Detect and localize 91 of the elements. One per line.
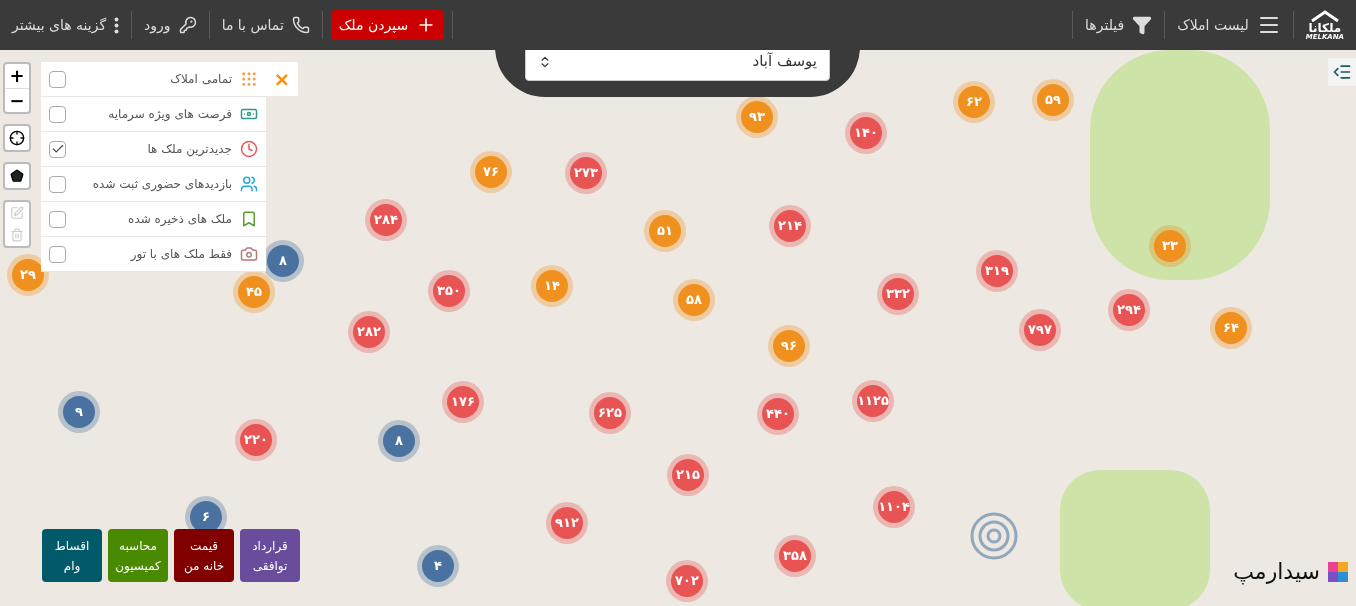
cluster-marker[interactable]: ۱۴ xyxy=(536,270,568,302)
cluster-marker[interactable]: ۳۱۹ xyxy=(981,255,1013,287)
cluster-marker[interactable]: ۳۵۸ xyxy=(779,540,811,572)
check-icon xyxy=(50,142,65,156)
filter-option-icon xyxy=(240,175,258,193)
filter-option-label: فرصت های ویژه سرمایه xyxy=(107,106,232,123)
filter-option[interactable]: بازدیدهای حضوری ثبت شده xyxy=(41,167,266,202)
area-select[interactable]: یوسف آباد xyxy=(525,50,830,81)
cluster-marker[interactable]: ۵۹ xyxy=(1037,84,1069,116)
filter-option-label: جدیدترین ملک ها xyxy=(146,141,232,158)
filter-icon xyxy=(1132,15,1153,35)
quick-link-button[interactable]: قرارداد توافقی xyxy=(240,529,300,582)
cluster-marker[interactable]: ۱۴۰ xyxy=(850,117,882,149)
cluster-marker[interactable]: ۴۵ xyxy=(238,276,270,308)
filter-option-icon xyxy=(240,245,258,263)
side-menu-toggle[interactable] xyxy=(1328,58,1356,86)
filter-option-icon xyxy=(240,210,258,228)
cluster-marker[interactable]: ۲۸۲ xyxy=(353,316,385,348)
filter-option[interactable]: ملک های ذخیره شده xyxy=(41,202,266,237)
quick-link-button[interactable]: محاسبه کمیسیون xyxy=(108,529,168,582)
cluster-marker[interactable]: ۱۷۶ xyxy=(447,386,479,418)
checkbox[interactable] xyxy=(49,105,66,123)
checkbox[interactable] xyxy=(49,175,66,193)
cluster-marker[interactable]: ۳۵۰ xyxy=(433,275,465,307)
filter-option-label: ملک های ذخیره شده xyxy=(127,211,232,228)
property-list-link[interactable]: لیست املاک xyxy=(1173,13,1285,37)
edit-icon[interactable] xyxy=(10,206,24,220)
filter-option-label: فقط ملک های با تور xyxy=(129,246,232,263)
cluster-marker[interactable]: ۱۱۲۵ xyxy=(857,385,889,417)
filter-option-icon xyxy=(240,140,258,158)
target-icon xyxy=(9,130,25,146)
filter-option-label: بازدیدهای حضوری ثبت شده xyxy=(91,176,232,193)
cluster-marker[interactable]: ۸ xyxy=(383,425,415,457)
filter-option[interactable]: فرصت های ویژه سرمایه xyxy=(41,97,266,132)
quick-link-button[interactable]: قیمت خانه من xyxy=(174,529,234,582)
cluster-marker[interactable]: ۵۱ xyxy=(649,215,681,247)
logo-text: ملکانا xyxy=(1308,21,1342,34)
cluster-marker[interactable]: ۲۲۰ xyxy=(240,424,272,456)
cluster-marker[interactable]: ۲۹ xyxy=(12,259,44,291)
filter-option[interactable]: تمامی املاک xyxy=(41,62,266,97)
checkbox[interactable] xyxy=(49,245,66,263)
zoom-out-button[interactable]: − xyxy=(5,88,29,112)
cluster-marker[interactable]: ۴۴۰ xyxy=(762,398,794,430)
trash-icon[interactable] xyxy=(10,228,24,242)
filter-option[interactable]: جدیدترین ملک ها xyxy=(41,132,266,167)
cluster-marker[interactable]: ۱۱۰۴ xyxy=(878,491,910,523)
cluster-marker[interactable]: ۲۱۵ xyxy=(672,459,704,491)
pentagon-icon xyxy=(10,169,24,183)
cluster-marker[interactable]: ۲۱۴ xyxy=(774,210,806,242)
filter-option-label: تمامی املاک xyxy=(169,71,232,88)
login-link[interactable]: ورود xyxy=(140,14,201,36)
concentric-rings-icon xyxy=(968,510,1020,562)
filter-option-icon xyxy=(240,70,258,88)
cluster-marker[interactable]: ۸ xyxy=(267,245,299,277)
cluster-marker[interactable]: ۷۰۲ xyxy=(671,565,703,597)
cluster-marker[interactable]: ۹۳ xyxy=(741,101,773,133)
cluster-marker[interactable]: ۶۲ xyxy=(958,86,990,118)
contact-link[interactable]: تماس با ما xyxy=(217,14,314,36)
filter-option[interactable]: فقط ملک های با تور xyxy=(41,237,266,272)
cluster-marker[interactable]: ۲۸۴ xyxy=(370,204,402,236)
quick-link-button[interactable]: اقساط وام xyxy=(42,529,102,582)
cluster-marker[interactable]: ۵۸ xyxy=(678,284,710,316)
cluster-marker[interactable]: ۲۷۳ xyxy=(570,157,602,189)
draw-polygon-button[interactable] xyxy=(3,162,31,190)
cluster-marker[interactable]: ۷۶ xyxy=(475,156,507,188)
key-icon xyxy=(178,16,197,34)
checkbox[interactable] xyxy=(49,140,66,158)
more-options-link[interactable]: گزینه های بیشتر xyxy=(8,14,124,36)
zoom-in-button[interactable]: + xyxy=(5,64,29,88)
locate-button[interactable] xyxy=(3,124,31,152)
phone-icon xyxy=(291,16,310,34)
indent-icon xyxy=(1332,62,1352,82)
select-value: یوسف آباد xyxy=(752,51,817,73)
cluster-marker[interactable]: ۹ xyxy=(63,396,95,428)
house-icon xyxy=(1309,9,1340,22)
more-icon xyxy=(114,16,120,34)
checkbox[interactable] xyxy=(49,210,66,228)
attribution-text[interactable]: سیدارمپ xyxy=(1233,555,1320,588)
close-button[interactable]: × xyxy=(266,62,298,96)
cluster-marker[interactable]: ۷۹۷ xyxy=(1024,314,1056,346)
cluster-marker[interactable]: ۹۶ xyxy=(773,330,805,362)
add-property-button[interactable]: سپردن ملک xyxy=(330,10,445,40)
checkbox[interactable] xyxy=(49,70,66,88)
cluster-marker[interactable]: ۲۹۴ xyxy=(1113,294,1145,326)
filters-link[interactable]: فیلترها xyxy=(1081,14,1157,36)
cluster-marker[interactable]: ۶۲۵ xyxy=(594,397,626,429)
cluster-marker[interactable]: ۶۴ xyxy=(1215,312,1247,344)
cluster-marker[interactable]: ۴ xyxy=(422,550,454,582)
colorful-logo-icon xyxy=(1328,561,1348,582)
cluster-marker[interactable]: ۳۳۲ xyxy=(882,278,914,310)
cluster-marker[interactable]: ۹۱۲ xyxy=(551,507,583,539)
